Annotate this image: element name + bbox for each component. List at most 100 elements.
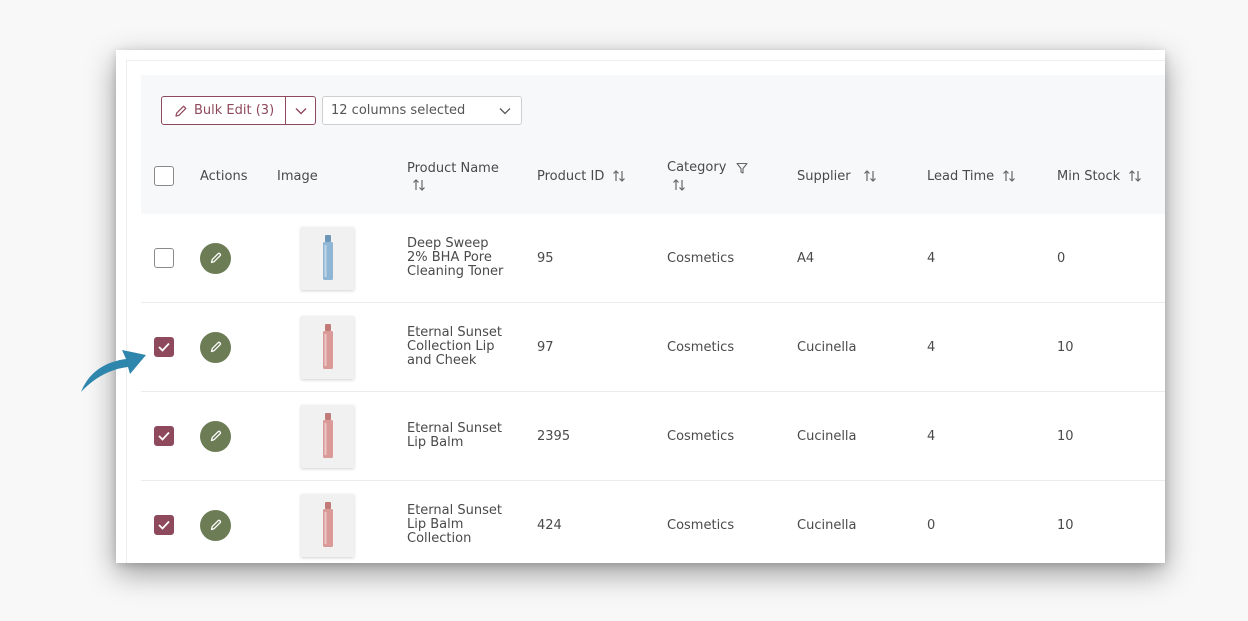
filter-icon[interactable] bbox=[736, 162, 748, 174]
product-name-line: Lip Balm bbox=[407, 517, 464, 532]
data-grid: Bulk Edit (3) 12 columns selected Action… bbox=[141, 75, 1165, 563]
row-image-cell bbox=[301, 303, 354, 391]
header-lead-time[interactable]: Lead Time bbox=[927, 138, 1016, 214]
bulk-edit-dropdown-toggle[interactable] bbox=[285, 97, 315, 124]
row-actions-cell bbox=[200, 392, 231, 480]
select-all-checkbox[interactable] bbox=[154, 166, 174, 186]
row-lead-time: 4 bbox=[927, 339, 936, 355]
product-name-line: Eternal Sunset bbox=[407, 503, 502, 518]
product-name-line: Eternal Sunset bbox=[407, 421, 502, 436]
header-product-id-label: Product ID bbox=[537, 168, 605, 184]
header-category-label: Category bbox=[667, 160, 727, 175]
row-category: Cosmetics bbox=[667, 250, 735, 266]
product-grid-card: Bulk Edit (3) 12 columns selected Action… bbox=[116, 50, 1165, 563]
header-supplier[interactable]: Supplier bbox=[797, 138, 877, 214]
grid-header: Actions Image Product Name Product ID Ca… bbox=[141, 138, 1165, 214]
header-min-stock[interactable]: Min Stock bbox=[1057, 138, 1142, 214]
sort-icon[interactable] bbox=[863, 169, 877, 183]
check-icon bbox=[158, 342, 170, 352]
product-thumbnail bbox=[301, 493, 354, 557]
columns-select[interactable]: 12 columns selected bbox=[322, 96, 522, 125]
columns-select-value: 12 columns selected bbox=[331, 103, 466, 118]
header-product-name[interactable]: Product Name bbox=[407, 138, 499, 214]
table-row[interactable]: Eternal Sunset Collection Lip and Cheek 97… bbox=[141, 303, 1165, 392]
edit-row-button[interactable] bbox=[200, 420, 231, 452]
sort-icon[interactable] bbox=[412, 178, 426, 192]
row-product-id: 2395 bbox=[537, 428, 571, 444]
chevron-down-icon bbox=[295, 107, 306, 114]
row-select-cell bbox=[154, 481, 174, 563]
row-lead-time: 0 bbox=[927, 517, 936, 533]
row-min-stock: 10 bbox=[1057, 517, 1074, 533]
row-supplier: Cucinella bbox=[797, 517, 857, 533]
pencil-icon bbox=[210, 252, 221, 264]
table-row[interactable]: Deep Sweep 2% BHA Pore Cleaning Toner 95 C… bbox=[141, 214, 1165, 303]
row-select-cell bbox=[154, 303, 174, 391]
header-image: Image bbox=[277, 138, 318, 214]
edit-row-button[interactable] bbox=[200, 242, 231, 274]
row-actions-cell bbox=[200, 214, 231, 302]
pencil-icon bbox=[210, 341, 221, 353]
product-name-line: Collection bbox=[407, 531, 472, 546]
card-border-top bbox=[126, 60, 1165, 61]
row-supplier: Cucinella bbox=[797, 339, 857, 355]
row-supplier: Cucinella bbox=[797, 428, 857, 444]
sort-icon[interactable] bbox=[1128, 169, 1142, 183]
product-name-line: Collection Lip bbox=[407, 339, 495, 354]
row-checkbox[interactable] bbox=[154, 337, 174, 357]
edit-row-button[interactable] bbox=[200, 509, 231, 541]
product-name-line: Deep Sweep bbox=[407, 236, 489, 251]
row-checkbox[interactable] bbox=[154, 515, 174, 535]
product-name-line: and Cheek bbox=[407, 353, 477, 368]
sort-icon[interactable] bbox=[612, 169, 626, 183]
header-actions-label: Actions bbox=[200, 168, 248, 184]
blue-toner-bottle-icon bbox=[322, 235, 333, 280]
sort-icon[interactable] bbox=[672, 178, 686, 192]
product-thumbnail bbox=[301, 315, 354, 379]
header-lead-time-label: Lead Time bbox=[927, 168, 995, 184]
pink-bottle-icon bbox=[322, 413, 333, 458]
header-category[interactable]: Category bbox=[667, 138, 748, 214]
pencil-icon bbox=[210, 519, 221, 531]
sort-icon[interactable] bbox=[1002, 169, 1016, 183]
header-actions: Actions bbox=[200, 138, 248, 214]
header-select-all-cell bbox=[154, 138, 174, 214]
check-icon bbox=[158, 520, 170, 530]
edit-row-button[interactable] bbox=[200, 331, 231, 363]
check-icon bbox=[158, 431, 170, 441]
row-lead-time: 4 bbox=[927, 250, 936, 266]
row-checkbox[interactable] bbox=[154, 426, 174, 446]
row-product-id: 97 bbox=[537, 339, 554, 355]
row-product-id: 424 bbox=[537, 517, 562, 533]
grid-toolbar: Bulk Edit (3) 12 columns selected bbox=[141, 75, 1165, 138]
row-min-stock: 10 bbox=[1057, 339, 1074, 355]
product-name-line: Cleaning Toner bbox=[407, 264, 504, 279]
row-product-id: 95 bbox=[537, 250, 554, 266]
product-thumbnail bbox=[301, 226, 354, 290]
pencil-icon bbox=[210, 430, 221, 442]
row-image-cell bbox=[301, 214, 354, 302]
row-image-cell bbox=[301, 481, 354, 563]
bulk-edit-split-button: Bulk Edit (3) bbox=[161, 96, 316, 125]
table-row[interactable]: Eternal Sunset Lip Balm 2395 Cosmetics Cu… bbox=[141, 392, 1165, 481]
row-checkbox[interactable] bbox=[154, 248, 174, 268]
row-actions-cell bbox=[200, 481, 231, 563]
table-row[interactable]: Eternal Sunset Lip Balm Collection 424 Cos… bbox=[141, 481, 1165, 563]
row-min-stock: 10 bbox=[1057, 428, 1074, 444]
row-product-name: Deep Sweep 2% BHA Pore Cleaning Toner bbox=[407, 214, 527, 302]
row-product-name: Eternal Sunset Lip Balm Collection bbox=[407, 481, 527, 563]
pencil-icon bbox=[175, 105, 187, 117]
row-category: Cosmetics bbox=[667, 339, 735, 355]
row-product-name: Eternal Sunset Collection Lip and Cheek bbox=[407, 303, 527, 391]
bulk-edit-button[interactable]: Bulk Edit (3) bbox=[162, 97, 285, 124]
product-name-line: 2% BHA Pore bbox=[407, 250, 492, 265]
header-image-label: Image bbox=[277, 168, 318, 184]
row-supplier: A4 bbox=[797, 250, 815, 266]
chevron-down-icon bbox=[499, 107, 511, 114]
header-min-stock-label: Min Stock bbox=[1057, 168, 1121, 184]
row-category: Cosmetics bbox=[667, 517, 735, 533]
row-select-cell bbox=[154, 392, 174, 480]
header-product-id[interactable]: Product ID bbox=[537, 138, 626, 214]
product-name-line: Eternal Sunset bbox=[407, 325, 502, 340]
product-name-line: Lip Balm bbox=[407, 435, 464, 450]
